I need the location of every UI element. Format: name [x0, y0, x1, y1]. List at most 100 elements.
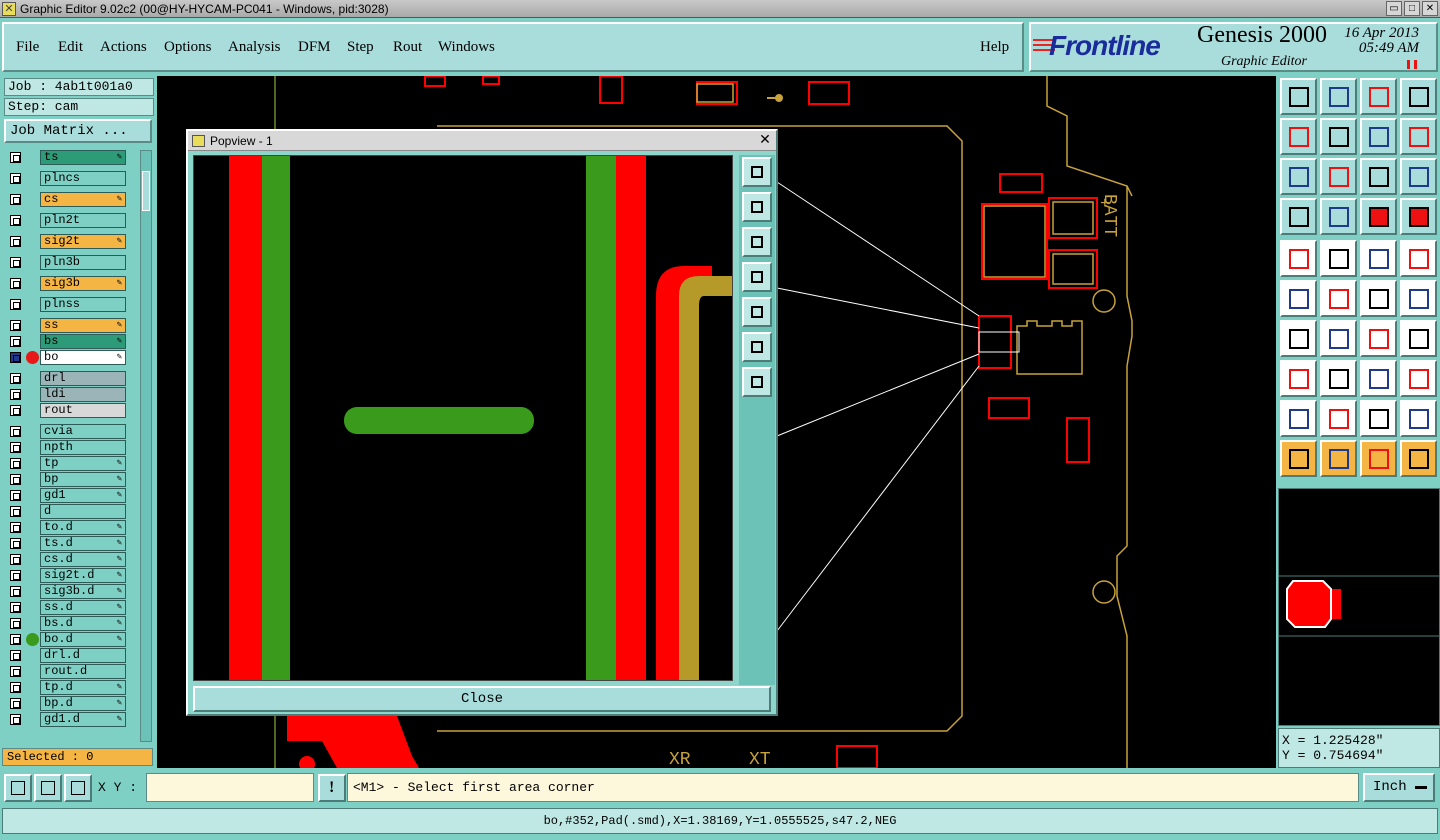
layer-name[interactable]: rout: [40, 403, 126, 418]
layer-checkbox[interactable]: [10, 554, 21, 565]
layer-row[interactable]: cs ✎: [4, 192, 138, 207]
cross-icon[interactable]: [1320, 280, 1357, 317]
pad-add-icon[interactable]: [1280, 360, 1317, 397]
layer-checkbox[interactable]: [10, 666, 21, 677]
layer-name[interactable]: bp ✎: [40, 472, 126, 487]
menu-help[interactable]: Help: [980, 39, 1009, 56]
job-matrix-button[interactable]: Job Matrix ...: [4, 119, 152, 143]
layer-row[interactable]: tp ✎: [4, 456, 138, 471]
ruler-icon[interactable]: [1360, 240, 1397, 277]
snap-angle-button[interactable]: [34, 774, 62, 802]
layer-row[interactable]: bo.d ✎: [4, 632, 138, 647]
layer-name[interactable]: bs.d ✎: [40, 616, 126, 631]
layer-checkbox[interactable]: [10, 352, 21, 363]
layer-name[interactable]: npth: [40, 440, 126, 455]
scale-icon[interactable]: [1360, 158, 1397, 195]
layer-name[interactable]: bo.d ✎: [40, 632, 126, 647]
layer-checkbox[interactable]: [10, 173, 21, 184]
pause-icon[interactable]: [1407, 60, 1417, 69]
layer-checkbox[interactable]: [10, 650, 21, 661]
help-icon[interactable]: [1400, 158, 1437, 195]
layer-checkbox[interactable]: [10, 257, 21, 268]
layer-checkbox[interactable]: [10, 389, 21, 400]
layer-row[interactable]: to.d ✎: [4, 520, 138, 535]
layer-name[interactable]: pln2t: [40, 213, 126, 228]
layer-name[interactable]: bo ✎: [40, 350, 126, 365]
layer-row[interactable]: gd1 ✎: [4, 488, 138, 503]
layer-name[interactable]: rout.d: [40, 664, 126, 679]
undo-zoom-icon[interactable]: [1360, 118, 1397, 155]
layer-row[interactable]: ldi: [4, 387, 138, 402]
pad-icon[interactable]: [1400, 240, 1437, 277]
layer-name[interactable]: sig2t ✎: [40, 234, 126, 249]
layer-row[interactable]: ss ✎: [4, 318, 138, 333]
layer-checkbox[interactable]: [10, 618, 21, 629]
layer-row[interactable]: bs.d ✎: [4, 616, 138, 631]
layer-name[interactable]: ts ✎: [40, 150, 126, 165]
menu-actions[interactable]: Actions: [100, 39, 147, 56]
menu-rout[interactable]: Rout: [393, 39, 422, 56]
layer-checkbox[interactable]: [10, 634, 21, 645]
menu-edit[interactable]: Edit: [58, 39, 83, 56]
pan-left-icon[interactable]: [742, 262, 772, 292]
select-arrow-icon[interactable]: [1280, 440, 1317, 477]
grid-snap-button[interactable]: [64, 774, 92, 802]
layer-checkbox[interactable]: [10, 426, 21, 437]
layer-checkbox[interactable]: [10, 336, 21, 347]
popview-close-icon[interactable]: ✕: [758, 132, 772, 147]
layer-name[interactable]: drl.d: [40, 648, 126, 663]
layer-row[interactable]: plncs: [4, 171, 138, 186]
layer-name[interactable]: tp.d ✎: [40, 680, 126, 695]
layer-checkbox[interactable]: [10, 278, 21, 289]
layer-row[interactable]: drl: [4, 371, 138, 386]
layer-checkbox[interactable]: [10, 490, 21, 501]
connect-icon[interactable]: [1280, 280, 1317, 317]
layer-row[interactable]: plnss: [4, 297, 138, 312]
layer-checkbox[interactable]: [10, 570, 21, 581]
layer-name[interactable]: ldi: [40, 387, 126, 402]
layer-name[interactable]: bs ✎: [40, 334, 126, 349]
pan-right-icon[interactable]: [1320, 118, 1357, 155]
zoom-in-icon[interactable]: [742, 332, 772, 362]
layer-row[interactable]: cs.d ✎: [4, 552, 138, 567]
layer-row[interactable]: sig3b.d ✎: [4, 584, 138, 599]
dimension-icon[interactable]: [1360, 360, 1397, 397]
line-icon[interactable]: [1320, 320, 1357, 357]
layer-name[interactable]: gd1.d ✎: [40, 712, 126, 727]
layer-name[interactable]: bp.d ✎: [40, 696, 126, 711]
layer-checkbox[interactable]: [10, 152, 21, 163]
layer-row[interactable]: ss.d ✎: [4, 600, 138, 615]
layer-name[interactable]: tp ✎: [40, 456, 126, 471]
zoom-fit-icon[interactable]: [742, 157, 772, 187]
line-angle-icon[interactable]: [1280, 320, 1317, 357]
pan-left-icon[interactable]: [1280, 118, 1317, 155]
layer-row[interactable]: bp.d ✎: [4, 696, 138, 711]
profile-icon[interactable]: [1320, 240, 1357, 277]
layer-name[interactable]: ss.d ✎: [40, 600, 126, 615]
layer-row[interactable]: rout: [4, 403, 138, 418]
pen-add-icon[interactable]: [1400, 280, 1437, 317]
window-icon[interactable]: [1400, 78, 1437, 115]
home-down-icon[interactable]: [1320, 78, 1357, 115]
layer-name[interactable]: ts.d ✎: [40, 536, 126, 551]
layers-red-icon[interactable]: [1360, 198, 1397, 235]
menu-dfm[interactable]: DFM: [298, 39, 331, 56]
layer-name[interactable]: sig2t.d ✎: [40, 568, 126, 583]
layer-name[interactable]: gd1 ✎: [40, 488, 126, 503]
layer-row[interactable]: rout.d: [4, 664, 138, 679]
minus-icon[interactable]: [1320, 360, 1357, 397]
layer-row[interactable]: sig2t.d ✎: [4, 568, 138, 583]
select-arrow-alt-icon[interactable]: [1360, 440, 1397, 477]
triangle-icon[interactable]: [1280, 400, 1317, 437]
layer-name[interactable]: plncs: [40, 171, 126, 186]
measure-tools-icon[interactable]: [1280, 198, 1317, 235]
layer-checkbox[interactable]: [10, 714, 21, 725]
menu-options[interactable]: Options: [164, 39, 212, 56]
pan-down-icon[interactable]: [742, 227, 772, 257]
layer-name[interactable]: cs.d ✎: [40, 552, 126, 567]
cone-split-icon[interactable]: [1400, 400, 1437, 437]
feature-icon[interactable]: [1400, 320, 1437, 357]
layer-row[interactable]: sig2t ✎: [4, 234, 138, 249]
pen-icon[interactable]: [1360, 280, 1397, 317]
cone-icon[interactable]: [1360, 400, 1397, 437]
